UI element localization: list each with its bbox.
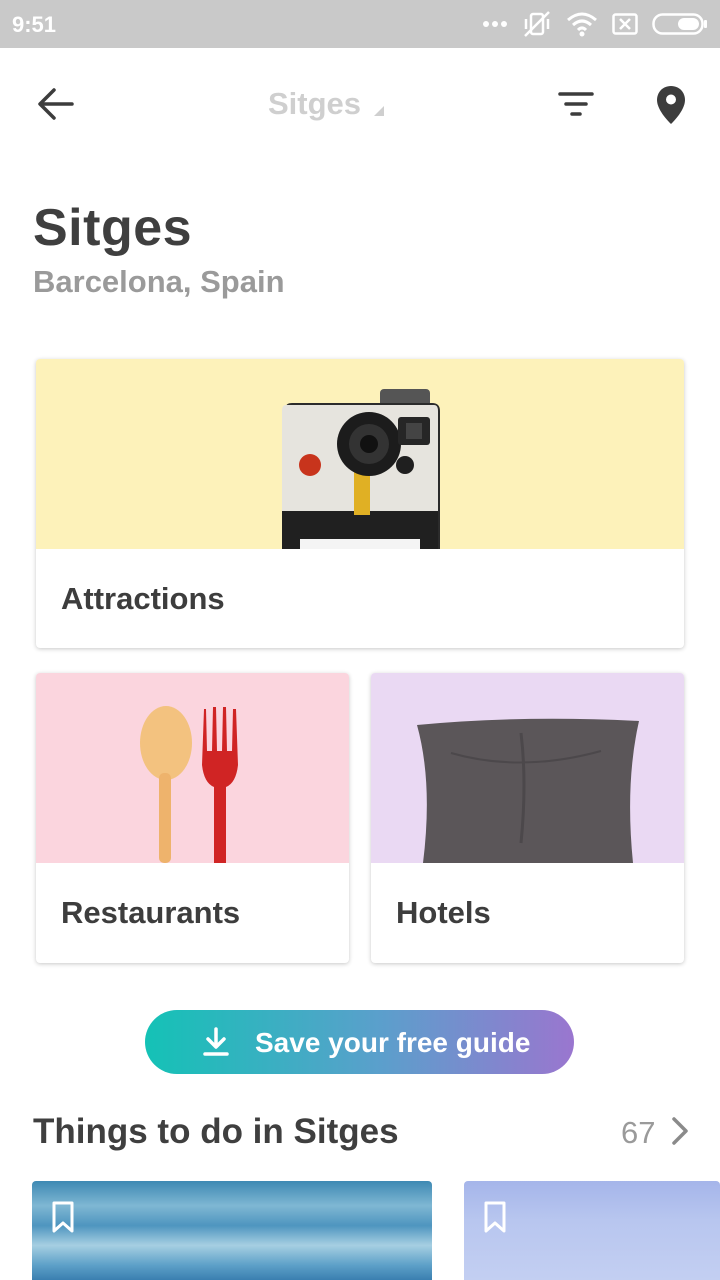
back-arrow-icon[interactable] (34, 84, 78, 124)
category-card-restaurants[interactable]: Restaurants (36, 673, 349, 963)
attraction-thumbnail[interactable] (32, 1181, 432, 1280)
save-guide-button[interactable]: Save your free guide (145, 1010, 574, 1074)
status-bar: 9:51 (0, 0, 720, 48)
category-label: Restaurants (61, 895, 241, 930)
restaurants-image (36, 673, 349, 863)
pillow-illustration (417, 718, 639, 863)
region-subtitle: Barcelona, Spain (33, 264, 285, 299)
filter-icon[interactable] (556, 88, 596, 120)
attraction-thumbnail[interactable] (464, 1181, 720, 1280)
status-time: 9:51 (12, 12, 57, 37)
battery-icon (652, 13, 707, 35)
location-pin-icon[interactable] (654, 84, 688, 126)
chevron-right-icon[interactable] (670, 1116, 692, 1146)
wifi-icon (567, 12, 597, 37)
app-bar-title[interactable]: Sitges (268, 86, 361, 122)
download-icon (203, 1027, 229, 1056)
city-title: Sitges (33, 199, 193, 257)
sim-x-icon (612, 13, 638, 35)
category-card-attractions[interactable]: Attractions (36, 359, 684, 648)
save-guide-label: Save your free guide (255, 1027, 531, 1058)
spoon-and-fork-illustration (140, 706, 238, 863)
app-bar: Sitges (0, 48, 720, 160)
bookmark-icon[interactable] (484, 1201, 506, 1233)
caret-icon (374, 106, 384, 116)
section-title: Things to do in Sitges (33, 1112, 399, 1151)
status-icons (482, 10, 708, 38)
category-label: Hotels (396, 895, 491, 930)
bookmark-icon[interactable] (52, 1201, 74, 1233)
more-dots-icon (483, 21, 507, 27)
attractions-image (36, 359, 684, 549)
instant-camera-illustration (282, 389, 440, 549)
section-count[interactable]: 67 (621, 1115, 655, 1151)
category-label: Attractions (61, 581, 225, 616)
hotels-image (371, 673, 684, 863)
vibrate-off-icon (524, 11, 550, 37)
category-card-hotels[interactable]: Hotels (371, 673, 684, 963)
